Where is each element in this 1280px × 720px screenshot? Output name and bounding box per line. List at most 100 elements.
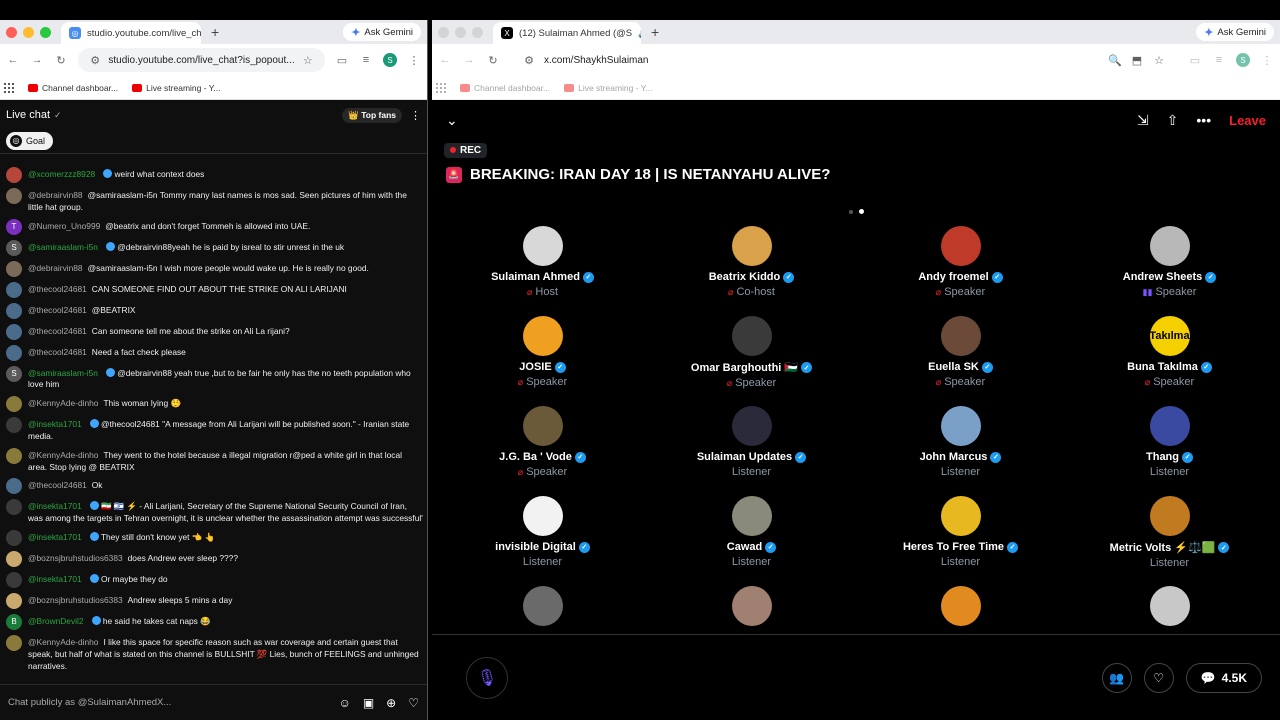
participant-avatar[interactable] — [731, 406, 772, 446]
chat-username[interactable]: @thecool24681 — [28, 347, 87, 357]
participant[interactable]: Cawad ✓ Listener — [647, 496, 856, 586]
avatar[interactable] — [6, 499, 22, 516]
avatar[interactable] — [6, 396, 22, 413]
chat-username[interactable]: @KennyAde-dinho — [28, 398, 98, 408]
chat-message[interactable]: S @samiraaslam-i5n @debrairvin88 yeah tru… — [4, 364, 423, 395]
close-window-button[interactable] — [6, 26, 17, 38]
avatar[interactable]: S — [6, 365, 22, 382]
tab-youtube-chat[interactable]: ◎ studio.youtube.com/live_chat ✕ — [61, 22, 201, 44]
microphone-button[interactable]: 🎙 — [466, 656, 508, 699]
back-icon[interactable]: ← — [6, 54, 20, 66]
participant[interactable]: J.G. Ba ' Vode ✓ ⌀ Speaker — [438, 406, 647, 496]
chat-username[interactable]: @samiraaslam-i5n — [28, 368, 98, 378]
add-reaction-icon[interactable]: ⊕ — [386, 696, 396, 710]
people-icon[interactable]: 👥 — [1101, 662, 1132, 693]
cast-icon[interactable]: ▭ — [335, 54, 349, 67]
chat-message[interactable]: S @samiraaslam-i5n @debrairvin88yeah he i… — [4, 238, 423, 259]
participant-avatar[interactable] — [522, 406, 563, 446]
chat-message[interactable]: @KennyAde-dinho This woman lying 🤥 — [4, 394, 423, 415]
avatar[interactable] — [6, 592, 22, 609]
profile-avatar[interactable]: S — [383, 53, 397, 67]
chat-username[interactable]: @boznsjbruhstudios6383 — [28, 595, 123, 605]
apps-icon[interactable] — [4, 82, 14, 93]
heart-icon[interactable]: ♡ — [408, 696, 419, 710]
ask-gemini-button[interactable]: ✦ Ask Gemini — [1196, 23, 1274, 41]
participant-avatar[interactable]: Takılma — [1149, 316, 1190, 356]
participant-avatar[interactable] — [940, 406, 981, 446]
extension-icon[interactable]: ≡ — [359, 54, 373, 66]
chat-message[interactable]: @KennyAde-dinho I like this space for spe… — [4, 633, 423, 675]
avatar[interactable]: T — [6, 218, 22, 235]
chat-input[interactable]: Chat publicly as @SulaimanAhmedX... ☺ ▣ … — [0, 684, 427, 720]
participant-avatar[interactable] — [522, 496, 563, 536]
participant[interactable]: Sulaiman Updates ✓ Listener — [647, 406, 856, 496]
goal-chip[interactable]: ◎ Goal — [6, 131, 54, 150]
super-chat-icon[interactable]: ▣ — [363, 696, 374, 710]
chat-username[interactable]: @debrairvin88 — [28, 190, 83, 200]
close-window-button[interactable] — [438, 26, 449, 38]
tab-x-profile[interactable]: X (12) Sulaiman Ahmed (@S 🔊 ✕ — [493, 22, 641, 44]
chat-username[interactable]: @debrairvin88 — [28, 263, 83, 273]
participant-avatar[interactable] — [1149, 406, 1190, 446]
avatar[interactable] — [6, 260, 22, 277]
address-bar[interactable]: ⚙ x.com/ShaykhSulaiman 🔍 ⬒ ☆ — [510, 48, 1178, 72]
more-options-icon[interactable]: ⋮ — [410, 109, 421, 122]
top-fans-button[interactable]: 👑 Top fans — [342, 107, 402, 123]
chat-username[interactable]: @xcomerzzz8928 — [28, 169, 95, 179]
bookmark-star-icon[interactable]: ☆ — [1152, 54, 1166, 67]
participant-avatar[interactable] — [940, 316, 981, 356]
participant[interactable]: Heres To Free Time ✓ Listener — [856, 496, 1065, 586]
maximize-window-button[interactable] — [40, 26, 51, 38]
chat-username[interactable]: @insekta1701 — [28, 532, 82, 542]
minimize-window-button[interactable] — [23, 26, 34, 38]
collapse-chevron-icon[interactable]: ⌄ — [446, 112, 458, 129]
participant-avatar[interactable] — [1149, 496, 1190, 536]
chat-username[interactable]: @insekta1701 — [28, 574, 82, 584]
chat-message[interactable]: @insekta1701 @thecool24681 "A message fr… — [4, 415, 423, 446]
chat-message[interactable]: @debrairvin88 @samiraaslam-i5n I wish mor… — [4, 259, 423, 280]
extension-icon[interactable]: ≡ — [1212, 54, 1226, 66]
participant[interactable]: Euella SK ✓ ⌀ Speaker — [856, 316, 1065, 406]
avatar[interactable] — [6, 529, 22, 546]
more-icon[interactable]: ••• — [1196, 112, 1211, 128]
reload-icon[interactable]: ↻ — [54, 54, 68, 67]
avatar[interactable] — [6, 167, 22, 183]
chat-message[interactable]: @insekta1701 They still don't know yet 👈… — [4, 528, 423, 549]
reload-icon[interactable]: ↻ — [486, 54, 500, 67]
avatar[interactable]: B — [6, 613, 22, 630]
participant-avatar[interactable] — [522, 586, 563, 626]
chat-message[interactable]: @thecool24681 Ok — [4, 476, 423, 497]
avatar[interactable] — [6, 302, 22, 319]
bookmark-channel-dashboard[interactable]: Channel dashboar... — [28, 83, 118, 93]
new-tab-button[interactable]: + — [211, 24, 219, 40]
speaker-icon[interactable]: 🔊 — [638, 28, 641, 39]
chat-message[interactable]: B @BrownDevil2 he said he takes cat naps … — [4, 612, 423, 633]
maximize-window-button[interactable] — [472, 26, 483, 38]
chat-username[interactable]: @thecool24681 — [28, 326, 87, 336]
bookmark-star-icon[interactable]: ☆ — [303, 54, 313, 67]
chat-username[interactable]: @KennyAde-dinho — [28, 450, 98, 460]
minimize-space-icon[interactable]: ⇲ — [1137, 112, 1149, 129]
back-icon[interactable]: ← — [438, 54, 452, 66]
menu-icon[interactable]: ⋮ — [1260, 54, 1274, 67]
avatar[interactable] — [6, 634, 22, 651]
chat-message[interactable]: @insekta1701 Or maybe they do — [4, 570, 423, 591]
minimize-window-button[interactable] — [455, 26, 466, 38]
install-app-icon[interactable]: ⬒ — [1130, 54, 1144, 67]
chat-username[interactable]: @Numero_Uno999 — [28, 221, 100, 231]
participant[interactable]: Beatrix Kiddo ✓ ⌀ Co-host — [647, 226, 856, 316]
chat-username[interactable]: @KennyAde-dinho — [28, 637, 98, 647]
chat-message[interactable]: @thecool24681 @BEATRIX — [4, 301, 423, 322]
avatar[interactable] — [6, 571, 22, 588]
participant-avatar[interactable] — [522, 316, 563, 356]
new-tab-button[interactable]: + — [651, 24, 659, 40]
participant-avatar[interactable] — [731, 226, 772, 266]
participant-avatar[interactable] — [522, 226, 563, 266]
avatar[interactable] — [6, 188, 22, 204]
participant[interactable]: Thang ✓ Listener — [1065, 406, 1274, 496]
avatar[interactable] — [6, 323, 22, 340]
apps-icon[interactable] — [436, 82, 446, 93]
avatar[interactable] — [6, 417, 22, 434]
participant-avatar[interactable] — [1149, 226, 1190, 266]
participant-avatar[interactable] — [731, 496, 772, 536]
